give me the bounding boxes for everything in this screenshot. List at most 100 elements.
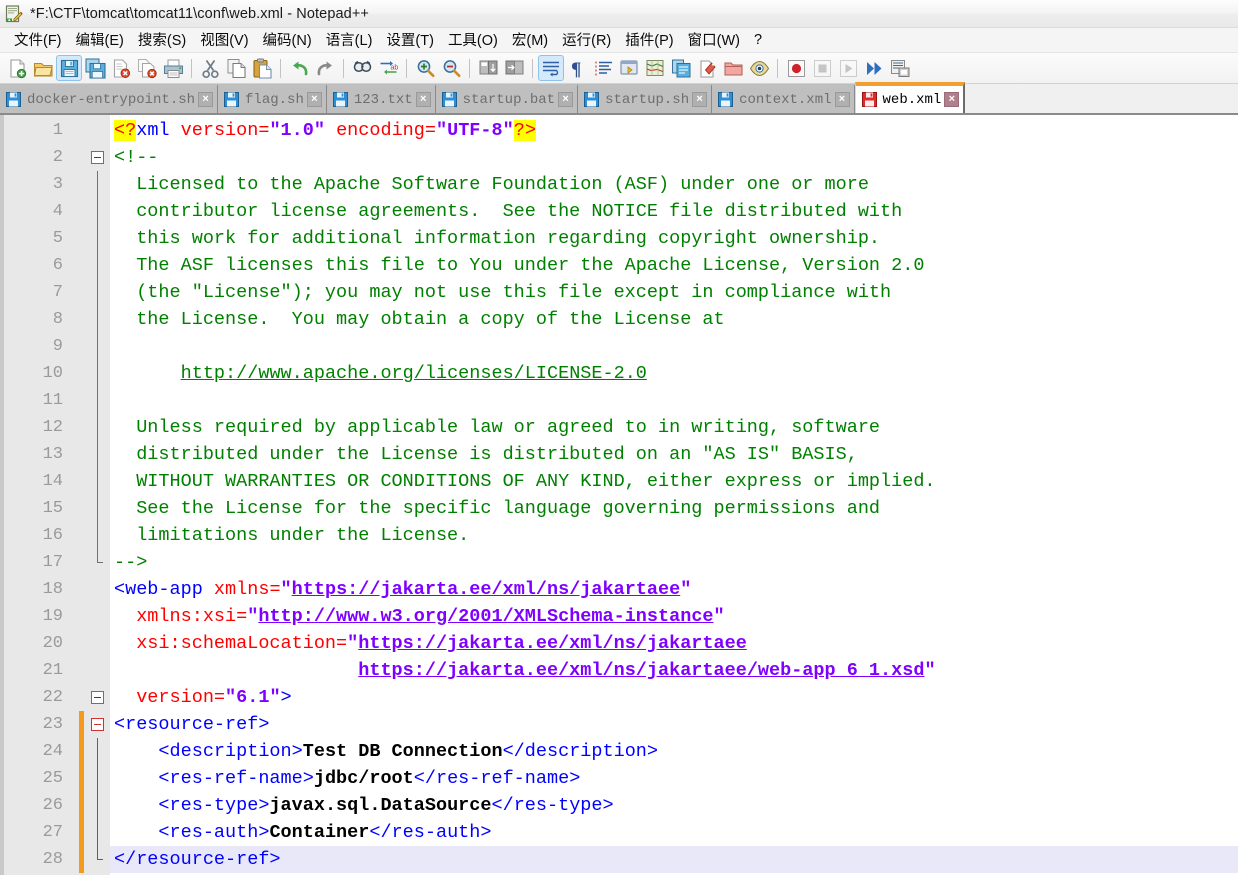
menu-settings[interactable]: 设置(T) xyxy=(379,27,441,53)
tab-context-xml[interactable]: context.xml × xyxy=(712,84,855,113)
stop-macro-icon[interactable] xyxy=(809,55,835,81)
redo-icon[interactable] xyxy=(312,55,338,81)
cut-icon[interactable] xyxy=(197,55,223,81)
play-macro-icon[interactable] xyxy=(835,55,861,81)
close-icon[interactable]: × xyxy=(415,92,431,107)
paste-icon[interactable] xyxy=(249,55,275,81)
line-number: 17 xyxy=(42,553,63,572)
close-icon[interactable]: × xyxy=(558,92,574,107)
indent-guide-icon[interactable] xyxy=(590,55,616,81)
tab-startup-sh[interactable]: startup.sh × xyxy=(578,84,713,113)
fold-margin[interactable] xyxy=(88,115,110,875)
menu-view[interactable]: 视图(V) xyxy=(193,27,255,53)
menu-help[interactable]: ? xyxy=(747,30,769,51)
change-marker xyxy=(76,306,88,333)
line-number: 11 xyxy=(42,391,63,410)
fold-collapse-icon-active[interactable] xyxy=(91,718,104,731)
sync-vertical-scroll-icon[interactable] xyxy=(475,55,501,81)
floppy-save-icon xyxy=(6,92,21,107)
fold-collapse-icon[interactable] xyxy=(91,151,104,164)
zoom-in-icon[interactable] xyxy=(412,55,438,81)
fold-row xyxy=(88,846,110,873)
tab-123-txt[interactable]: 123.txt × xyxy=(326,84,436,113)
save-all-icon[interactable] xyxy=(82,55,108,81)
close-icon[interactable]: × xyxy=(198,92,214,107)
word-wrap-icon[interactable] xyxy=(538,55,564,81)
show-all-characters-icon[interactable]: ¶ xyxy=(564,55,590,81)
function-list-icon[interactable] xyxy=(668,55,694,81)
fold-toggle-line-23[interactable] xyxy=(88,711,110,738)
schema-location-url-link-1[interactable]: https://jakarta.ee/xml/ns/jakartaee xyxy=(358,633,747,654)
close-all-icon[interactable] xyxy=(134,55,160,81)
change-marker xyxy=(76,387,88,414)
document-switcher-icon[interactable] xyxy=(694,55,720,81)
menu-run[interactable]: 运行(R) xyxy=(555,27,618,53)
tab-docker-entrypoint-sh[interactable]: docker-entrypoint.sh × xyxy=(0,84,219,113)
fold-row xyxy=(88,657,110,684)
license-url-link[interactable]: http://www.apache.org/licenses/LICENSE-2… xyxy=(181,363,647,384)
close-icon[interactable]: × xyxy=(306,92,322,107)
tab-label: docker-entrypoint.sh xyxy=(27,91,196,108)
record-macro-icon[interactable] xyxy=(783,55,809,81)
menu-search[interactable]: 搜索(S) xyxy=(131,27,193,53)
close-icon[interactable]: × xyxy=(944,92,960,107)
user-defined-language-icon[interactable] xyxy=(616,55,642,81)
menu-language[interactable]: 语言(L) xyxy=(319,27,380,53)
tab-flag-sh[interactable]: flag.sh × xyxy=(218,84,327,113)
fold-row xyxy=(88,279,110,306)
xml-decl-close: ?> xyxy=(513,120,536,141)
line-number: 21 xyxy=(42,661,63,680)
toolbar-separator xyxy=(532,58,533,78)
menu-encoding[interactable]: 编码(N) xyxy=(256,27,319,53)
code-editor[interactable]: 1 2 3 4 5 6 7 8 9 10 11 12 13 14 15 16 1… xyxy=(0,115,1238,875)
schema-location-url-link-2[interactable]: https://jakarta.ee/xml/ns/jakartaee/web-… xyxy=(358,660,924,681)
line-number: 20 xyxy=(42,634,63,653)
menu-edit[interactable]: 编辑(E) xyxy=(69,27,131,53)
code-text-area[interactable]: <?xml version="1.0" encoding="UTF-8"?> <… xyxy=(110,115,1238,875)
zoom-out-icon[interactable] xyxy=(438,55,464,81)
change-marker xyxy=(76,171,88,198)
code-line-18: <web-app xmlns="https://jakarta.ee/xml/n… xyxy=(114,579,692,600)
sync-horizontal-scroll-icon[interactable] xyxy=(501,55,527,81)
code-line-17: --> xyxy=(114,552,148,573)
save-macro-icon[interactable] xyxy=(887,55,913,81)
undo-icon[interactable] xyxy=(286,55,312,81)
line-number: 8 xyxy=(52,310,63,329)
menu-file[interactable]: 文件(F) xyxy=(7,27,69,53)
fold-collapse-icon[interactable] xyxy=(91,691,104,704)
menu-bar: 文件(F) 编辑(E) 搜索(S) 视图(V) 编码(N) 语言(L) 设置(T… xyxy=(0,28,1238,53)
menu-tools[interactable]: 工具(O) xyxy=(441,27,505,53)
fold-toggle-line-2[interactable] xyxy=(88,144,110,171)
save-icon[interactable] xyxy=(56,55,82,81)
jakartaee-ns-url-link[interactable]: https://jakarta.ee/xml/ns/jakartaee xyxy=(292,579,681,600)
run-macro-multiple-icon[interactable] xyxy=(861,55,887,81)
close-icon[interactable]: × xyxy=(834,92,850,107)
folder-as-workspace-icon[interactable] xyxy=(720,55,746,81)
code-line-27: <res-auth>Container</res-auth> xyxy=(114,822,492,843)
copy-icon[interactable] xyxy=(223,55,249,81)
menu-plugins[interactable]: 插件(P) xyxy=(618,27,680,53)
tab-label: web.xml xyxy=(882,91,942,108)
code-line-10: http://www.apache.org/licenses/LICENSE-2… xyxy=(110,360,1238,387)
close-file-icon[interactable] xyxy=(108,55,134,81)
document-map-icon[interactable] xyxy=(642,55,668,81)
menu-window[interactable]: 窗口(W) xyxy=(681,27,747,53)
change-marker-modified xyxy=(79,738,84,765)
print-icon[interactable] xyxy=(160,55,186,81)
monitoring-icon[interactable] xyxy=(746,55,772,81)
replace-icon[interactable]: ab xyxy=(375,55,401,81)
new-file-icon[interactable] xyxy=(4,55,30,81)
find-icon[interactable] xyxy=(349,55,375,81)
fold-toggle-line-22[interactable] xyxy=(88,684,110,711)
close-icon[interactable]: × xyxy=(692,92,708,107)
menu-macro[interactable]: 宏(M) xyxy=(505,27,555,53)
fold-row xyxy=(88,225,110,252)
floppy-save-icon xyxy=(332,92,348,107)
xsi-ns-url-link[interactable]: http://www.w3.org/2001/XMLSchema-instanc… xyxy=(258,606,713,627)
tab-startup-bat[interactable]: startup.bat × xyxy=(435,84,579,113)
open-file-icon[interactable] xyxy=(30,55,56,81)
change-marker xyxy=(76,522,88,549)
code-line-16: limitations under the License. xyxy=(114,525,470,546)
tab-web-xml[interactable]: web.xml × xyxy=(854,82,966,113)
